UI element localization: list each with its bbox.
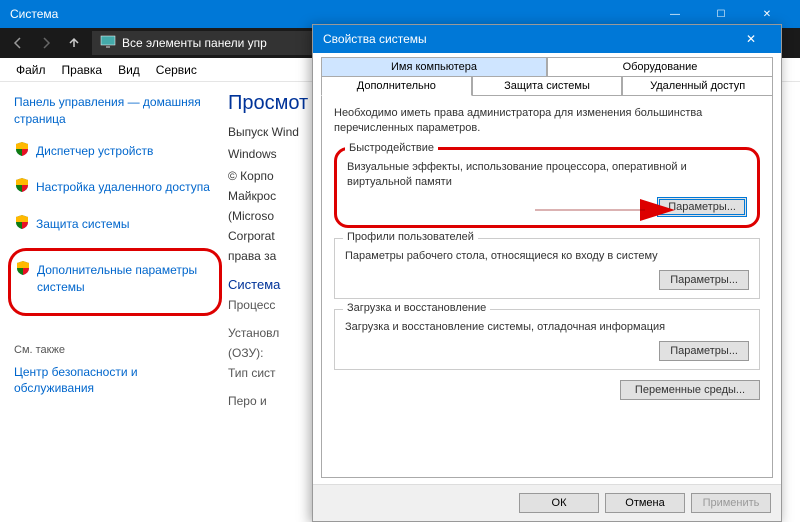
sidebar-home-link[interactable]: Панель управления — домашняя страница	[14, 92, 216, 130]
sidebar-item-advanced[interactable]: Дополнительные параметры системы	[15, 257, 209, 307]
group-heading: Система	[228, 277, 308, 292]
content-label: Тип сист	[228, 366, 308, 380]
dialog-titlebar: Свойства системы ✕	[313, 25, 781, 53]
group-performance: Быстродействие Визуальные эффекты, испол…	[334, 147, 760, 228]
sidebar: Панель управления — домашняя страница Ди…	[0, 82, 220, 522]
group-legend: Быстродействие	[345, 142, 438, 154]
sidebar-item-label: Дополнительные параметры системы	[37, 260, 209, 298]
breadcrumb-text: Все элементы панели упр	[122, 36, 267, 50]
page-title: Просмот	[228, 92, 308, 115]
sidebar-item-label: Настройка удаленного доступа	[36, 177, 210, 198]
group-legend: Профили пользователей	[343, 231, 478, 243]
content-label: Процесс	[228, 298, 308, 312]
system-properties-dialog: Свойства системы ✕ Имя компьютера Оборуд…	[312, 24, 782, 522]
sidebar-link-security[interactable]: Центр безопасности и обслуживания	[14, 362, 216, 400]
monitor-icon	[100, 35, 116, 52]
group-desc: Загрузка и восстановление системы, отлад…	[345, 320, 749, 335]
window-title: Система	[10, 7, 58, 21]
content-row: Windows	[228, 147, 308, 161]
content-area: Просмот Выпуск Wind Windows © Корпо Майк…	[220, 82, 316, 522]
tab-advanced[interactable]: Дополнительно	[321, 76, 472, 96]
shield-icon	[14, 141, 30, 157]
content-label: Установл	[228, 326, 308, 340]
tab-content: Необходимо иметь права администратора дл…	[321, 95, 773, 478]
ok-button[interactable]: ОК	[519, 493, 599, 513]
content-row: © Корпо	[228, 169, 308, 183]
content-row: Выпуск Wind	[228, 125, 308, 139]
dialog-intro: Необходимо иметь права администратора дл…	[334, 106, 760, 137]
tab-computer-name[interactable]: Имя компьютера	[321, 57, 547, 77]
content-row: Майкрос	[228, 189, 308, 203]
forward-button[interactable]	[32, 31, 60, 55]
sidebar-item-label: Диспетчер устройств	[36, 141, 153, 162]
shield-icon	[14, 214, 30, 230]
apply-button[interactable]: Применить	[691, 493, 771, 513]
content-label: Перо и	[228, 394, 308, 408]
menu-view[interactable]: Вид	[110, 61, 148, 79]
sidebar-item-remote[interactable]: Настройка удаленного доступа	[14, 174, 216, 207]
shield-icon	[15, 260, 31, 276]
menu-tools[interactable]: Сервис	[148, 61, 205, 79]
sidebar-item-label: Защита системы	[36, 214, 129, 235]
cancel-button[interactable]: Отмена	[605, 493, 685, 513]
up-button[interactable]	[60, 31, 88, 55]
content-row: Corporat	[228, 229, 308, 243]
group-legend: Загрузка и восстановление	[343, 302, 490, 314]
performance-settings-button[interactable]: Параметры...	[657, 197, 747, 217]
dialog-title: Свойства системы	[323, 32, 427, 46]
profiles-settings-button[interactable]: Параметры...	[659, 270, 749, 290]
dialog-footer: ОК Отмена Применить	[313, 484, 781, 521]
sidebar-item-device-mgr[interactable]: Диспетчер устройств	[14, 138, 216, 171]
sidebar-item-protection[interactable]: Защита системы	[14, 211, 216, 244]
content-row: (Microso	[228, 209, 308, 223]
startup-settings-button[interactable]: Параметры...	[659, 341, 749, 361]
menu-edit[interactable]: Правка	[54, 61, 111, 79]
group-desc: Параметры рабочего стола, относящиеся ко…	[345, 249, 749, 264]
see-also-heading: См. также	[14, 344, 216, 356]
menu-file[interactable]: Файл	[8, 61, 54, 79]
env-vars-button[interactable]: Переменные среды...	[620, 380, 760, 400]
shield-icon	[14, 177, 30, 193]
tab-remote[interactable]: Удаленный доступ	[622, 76, 773, 96]
content-label: (ОЗУ):	[228, 346, 308, 360]
group-desc: Визуальные эффекты, использование процес…	[347, 160, 747, 191]
tab-protection[interactable]: Защита системы	[472, 76, 623, 96]
back-button[interactable]	[4, 31, 32, 55]
group-profiles: Профили пользователей Параметры рабочего…	[334, 238, 760, 299]
content-row: права за	[228, 249, 308, 263]
tab-hardware[interactable]: Оборудование	[547, 57, 773, 77]
group-startup: Загрузка и восстановление Загрузка и вос…	[334, 309, 760, 370]
dialog-close-button[interactable]: ✕	[731, 32, 771, 46]
